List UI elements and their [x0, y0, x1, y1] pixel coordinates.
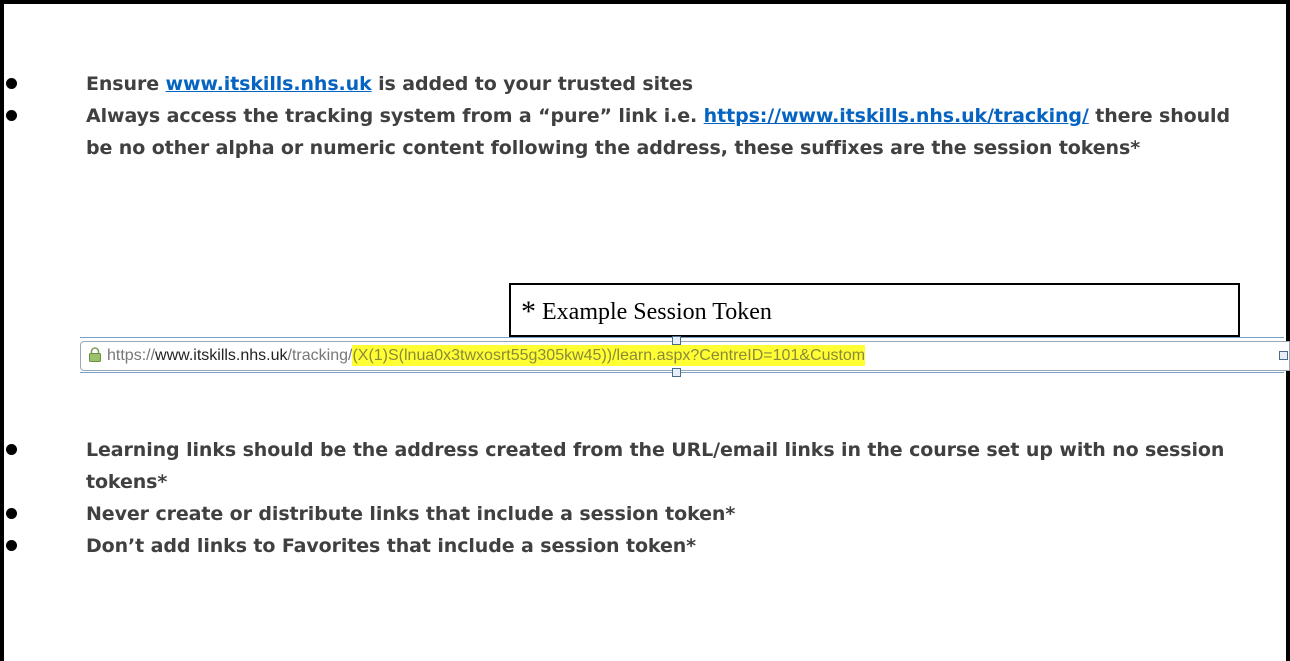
- text-segment: Always access the tracking system from a…: [86, 105, 704, 127]
- url-scheme: https://: [107, 347, 156, 364]
- list-item-text: Don’t add links to Favorites that includ…: [86, 535, 697, 557]
- resize-handle[interactable]: [672, 336, 681, 345]
- list-item-text: Never create or distribute links that in…: [86, 503, 736, 525]
- itskills-link[interactable]: www.itskills.nhs.uk: [166, 73, 372, 95]
- session-token-highlight: (X(1)S(lnua0x3twxosrt55g305kw45))/learn.…: [352, 345, 866, 366]
- lock-icon: [89, 347, 101, 362]
- url-path: /tracking/: [287, 347, 353, 364]
- list-item-text: Always access the tracking system from a…: [86, 100, 1236, 164]
- text-segment: Ensure: [86, 73, 166, 95]
- selection-outline: [80, 337, 1284, 338]
- bullet-icon: [6, 508, 17, 519]
- asterisk-mark: *: [521, 295, 536, 328]
- browser-address-bar: https://www.itskills.nhs.uk/tracking/(X(…: [80, 341, 1290, 371]
- list-item-text: Ensure www.itskills.nhs.uk is added to y…: [86, 68, 1236, 100]
- url-host: www.itskills.nhs.uk: [155, 347, 288, 364]
- bullet-icon: [6, 78, 17, 89]
- selection-outline: [80, 372, 1284, 373]
- example-session-token-callout: * Example Session Token: [509, 283, 1240, 337]
- bullet-icon: [6, 110, 17, 121]
- list-item-text: Learning links should be the address cre…: [86, 439, 1225, 493]
- text-segment: is added to your trusted sites: [371, 73, 693, 95]
- bullet-icon: [6, 540, 17, 551]
- tracking-link[interactable]: https://www.itskills.nhs.uk/tracking/: [704, 105, 1089, 127]
- resize-handle[interactable]: [672, 368, 681, 377]
- callout-label: Example Session Token: [542, 299, 772, 325]
- resize-handle[interactable]: [1279, 351, 1288, 360]
- bullet-icon: [6, 444, 17, 455]
